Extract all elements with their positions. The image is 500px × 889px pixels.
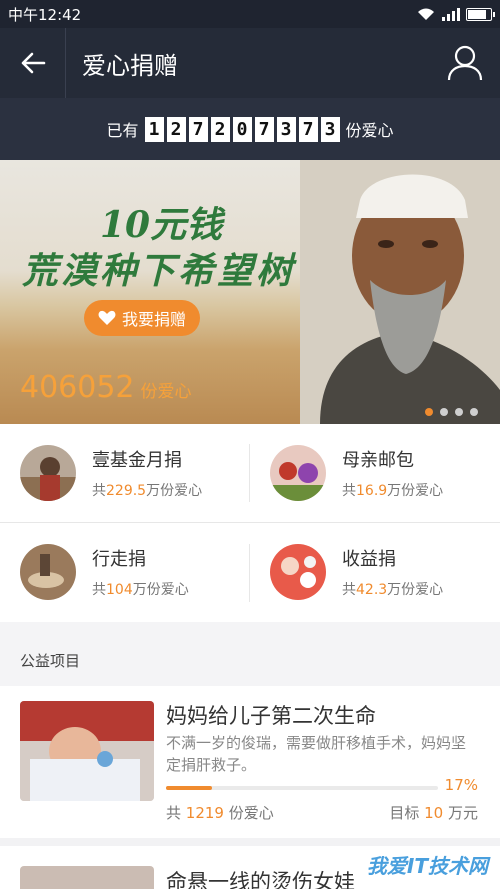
banner-count: 406052 份爱心 bbox=[20, 370, 192, 405]
carousel-dot[interactable] bbox=[455, 408, 463, 416]
love-counter: 已有 1 2 7 2 0 7 3 7 3 份爱心 bbox=[0, 98, 500, 160]
back-arrow-icon bbox=[21, 52, 45, 74]
category-name: 壹基金月捐 bbox=[92, 450, 182, 471]
counter-digit: 7 bbox=[254, 116, 274, 142]
carousel-dots bbox=[425, 408, 478, 416]
banner-title-line1: 10元钱 bbox=[100, 204, 223, 246]
section-header: 公益项目 bbox=[0, 622, 500, 696]
category-walk-donate[interactable]: 行走捐 共104万份爱心 bbox=[0, 523, 250, 621]
battery-icon bbox=[466, 7, 495, 21]
counter-digits: 1 2 7 2 0 7 3 7 3 bbox=[144, 116, 340, 142]
status-bar: 中午12:42 bbox=[0, 0, 500, 28]
counter-digit: 2 bbox=[210, 116, 230, 142]
category-name: 母亲邮包 bbox=[342, 450, 414, 471]
project-image bbox=[20, 701, 154, 801]
category-thumb-image bbox=[20, 544, 76, 600]
category-monthly-fund[interactable]: 壹基金月捐 共229.5万份爱心 bbox=[0, 424, 250, 522]
page-title: 爱心捐赠 bbox=[82, 51, 178, 80]
donate-button-label: 我要捐赠 bbox=[121, 310, 186, 329]
counter-digit: 2 bbox=[166, 116, 186, 142]
wifi-icon bbox=[418, 8, 434, 20]
carousel-dot[interactable] bbox=[470, 408, 478, 416]
elder-portrait-image bbox=[300, 160, 500, 424]
category-mother-package[interactable]: 母亲邮包 共16.9万份爱心 bbox=[250, 424, 500, 522]
category-thumb-image bbox=[270, 544, 326, 600]
project-progress-fill bbox=[166, 786, 213, 790]
signal-icon bbox=[442, 7, 460, 21]
project-card[interactable]: 妈妈给儿子第二次生命 不满一岁的俊瑞，需要做肝移植手术，妈妈坚定捐肝救子。 17… bbox=[0, 686, 500, 838]
category-thumb-image bbox=[270, 445, 326, 501]
carousel-dot[interactable] bbox=[425, 408, 433, 416]
site-watermark: 我爱IT技术网 bbox=[366, 854, 488, 878]
app-header: 爱心捐赠 bbox=[0, 28, 500, 98]
counter-suffix: 份爱心 bbox=[345, 121, 394, 140]
user-button[interactable] bbox=[430, 28, 500, 98]
project-percent: 17% bbox=[444, 776, 478, 794]
donate-button[interactable]: 我要捐赠 bbox=[84, 300, 200, 336]
category-total: 共104万份爱心 bbox=[92, 582, 189, 598]
user-icon bbox=[447, 45, 483, 81]
counter-digit: 7 bbox=[298, 116, 318, 142]
counter-digit: 3 bbox=[320, 116, 340, 142]
project-target: 目标 10 万元 bbox=[389, 804, 478, 822]
counter-digit: 0 bbox=[232, 116, 252, 142]
project-image bbox=[20, 866, 154, 889]
category-thumb-image bbox=[20, 445, 76, 501]
project-title: 命悬一线的烫伤女娃 bbox=[166, 870, 355, 889]
project-description: 不满一岁的俊瑞，需要做肝移植手术，妈妈坚定捐肝救子。 bbox=[166, 734, 467, 774]
divider bbox=[249, 444, 250, 502]
back-button[interactable] bbox=[0, 28, 66, 98]
counter-prefix: 已有 bbox=[106, 121, 139, 140]
banner-count-unit: 份爱心 bbox=[140, 382, 192, 402]
project-title: 妈妈给儿子第二次生命 bbox=[166, 704, 376, 728]
category-name: 收益捐 bbox=[342, 549, 396, 570]
category-earnings-donate[interactable]: 收益捐 共42.3万份爱心 bbox=[250, 523, 500, 621]
project-progress-bar bbox=[166, 786, 438, 790]
carousel-dot[interactable] bbox=[440, 408, 448, 416]
category-total: 共229.5万份爱心 bbox=[92, 483, 203, 499]
status-time: 中午12:42 bbox=[8, 5, 82, 24]
counter-digit: 1 bbox=[144, 116, 164, 142]
heart-icon bbox=[98, 310, 116, 325]
section-title: 公益项目 bbox=[20, 652, 81, 670]
category-total: 共16.9万份爱心 bbox=[342, 483, 444, 499]
category-name: 行走捐 bbox=[92, 549, 146, 570]
counter-digit: 3 bbox=[276, 116, 296, 142]
project-donors: 共 1219 份爱心 bbox=[166, 804, 274, 822]
counter-digit: 7 bbox=[188, 116, 208, 142]
category-total: 共42.3万份爱心 bbox=[342, 582, 444, 598]
banner-title-line2: 荒漠种下希望树 bbox=[22, 250, 296, 292]
donation-categories: 壹基金月捐 共229.5万份爱心 母亲邮包 共16.9万份爱心 行走捐 共104… bbox=[0, 424, 500, 622]
promo-banner[interactable]: 10元钱 荒漠种下希望树 我要捐赠 406052 份爱心 bbox=[0, 160, 500, 424]
banner-count-value: 406052 bbox=[20, 370, 135, 405]
status-icons bbox=[416, 7, 495, 21]
